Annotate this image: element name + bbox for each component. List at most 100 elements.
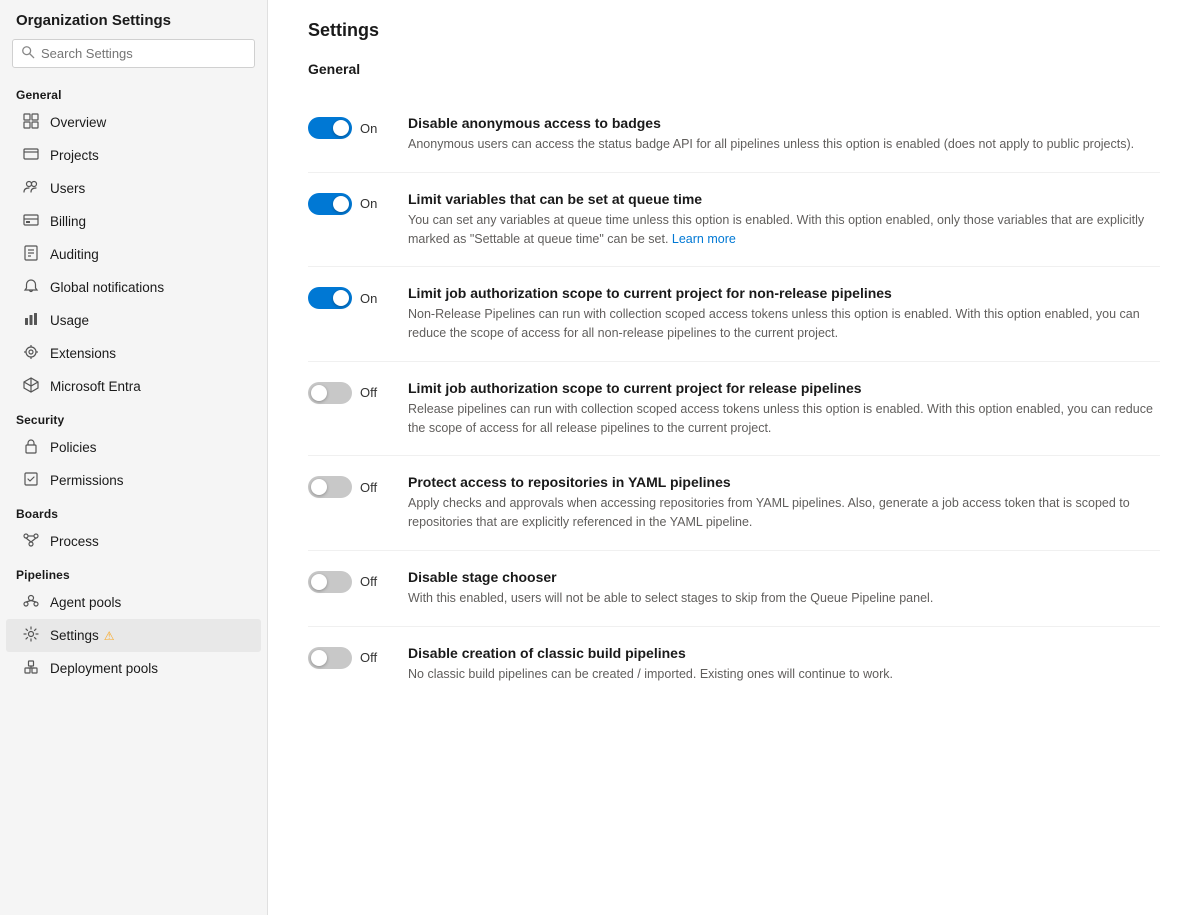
setting-title: Protect access to repositories in YAML p… <box>408 474 1160 490</box>
sidebar-item-global-notifications[interactable]: Global notifications <box>6 271 261 304</box>
search-icon <box>21 45 35 62</box>
sidebar-item-label: Projects <box>50 148 99 163</box>
sidebar-item-billing[interactable]: Billing <box>6 205 261 238</box>
sidebar-item-label: Extensions <box>50 346 116 361</box>
bell-icon <box>22 278 40 297</box>
sidebar-item-deployment-pools[interactable]: Deployment pools <box>6 652 261 685</box>
sidebar-item-label: Microsoft Entra <box>50 379 141 394</box>
setting-description: No classic build pipelines can be create… <box>408 665 1160 684</box>
toggle-label: Off <box>360 650 377 665</box>
toggle-knob <box>333 196 349 212</box>
toggle-switch-disable-stage-chooser[interactable] <box>308 571 352 593</box>
users-icon <box>22 179 40 198</box>
sidebar-item-policies[interactable]: Policies <box>6 431 261 464</box>
sidebar-item-overview[interactable]: Overview <box>6 106 261 139</box>
toggle-knob <box>333 120 349 136</box>
sidebar-item-label: Settings <box>50 628 99 643</box>
sidebar-item-projects[interactable]: Projects <box>6 139 261 172</box>
sidebar-section-boards: Boards <box>0 497 267 525</box>
toggle-knob <box>311 650 327 666</box>
setting-row: On Disable anonymous access to badges An… <box>308 97 1160 173</box>
setting-content: Disable creation of classic build pipeli… <box>408 645 1160 684</box>
sidebar: Organization Settings General Overview P… <box>0 0 268 915</box>
sidebar-item-label: Agent pools <box>50 595 121 610</box>
warning-icon: ⚠ <box>104 629 115 643</box>
setting-row: Off Disable creation of classic build pi… <box>308 627 1160 702</box>
sidebar-title: Organization Settings <box>0 0 267 39</box>
setting-title: Limit variables that can be set at queue… <box>408 191 1160 207</box>
sidebar-item-extensions[interactable]: Extensions <box>6 337 261 370</box>
sidebar-item-agent-pools[interactable]: Agent pools <box>6 586 261 619</box>
setting-content: Disable anonymous access to badges Anony… <box>408 115 1160 154</box>
sidebar-search-container[interactable] <box>12 39 255 68</box>
setting-content: Disable stage chooser With this enabled,… <box>408 569 1160 608</box>
toggle-knob <box>333 290 349 306</box>
toggle-knob <box>311 385 327 401</box>
sidebar-item-label: Deployment pools <box>50 661 158 676</box>
sidebar-item-process[interactable]: Process <box>6 525 261 558</box>
process-icon <box>22 532 40 551</box>
sidebar-item-permissions[interactable]: Permissions <box>6 464 261 497</box>
setting-description: Release pipelines can run with collectio… <box>408 400 1160 438</box>
sidebar-item-settings[interactable]: Settings ⚠ <box>6 619 261 652</box>
settings-container: On Disable anonymous access to badges An… <box>308 97 1160 701</box>
section-label: General <box>308 61 1160 77</box>
toggle-label: On <box>360 291 377 306</box>
sidebar-item-label: Permissions <box>50 473 124 488</box>
setting-description: You can set any variables at queue time … <box>408 211 1160 249</box>
sidebar-item-users[interactable]: Users <box>6 172 261 205</box>
setting-title: Limit job authorization scope to current… <box>408 285 1160 301</box>
settings-label-wrapper: Settings ⚠ <box>50 628 115 643</box>
toggle-switch-limit-job-auth-release[interactable] <box>308 382 352 404</box>
setting-title: Disable stage chooser <box>408 569 1160 585</box>
sidebar-item-label: Billing <box>50 214 86 229</box>
extensions-icon <box>22 344 40 363</box>
sidebar-section-general: General <box>0 78 267 106</box>
setting-content: Protect access to repositories in YAML p… <box>408 474 1160 532</box>
toggle-label: Off <box>360 574 377 589</box>
toggle-switch-limit-variables-queue-time[interactable] <box>308 193 352 215</box>
auditing-icon <box>22 245 40 264</box>
sidebar-item-label: Overview <box>50 115 106 130</box>
toggle-area: Off <box>308 474 388 498</box>
sidebar-section-pipelines: Pipelines <box>0 558 267 586</box>
toggle-switch-protect-yaml-repos[interactable] <box>308 476 352 498</box>
setting-title: Limit job authorization scope to current… <box>408 380 1160 396</box>
page-title: Settings <box>308 20 1160 41</box>
agentpools-icon <box>22 593 40 612</box>
billing-icon <box>22 212 40 231</box>
sidebar-section-security: Security <box>0 403 267 431</box>
projects-icon <box>22 146 40 165</box>
permissions-icon <box>22 471 40 490</box>
setting-description: With this enabled, users will not be abl… <box>408 589 1160 608</box>
setting-title: Disable creation of classic build pipeli… <box>408 645 1160 661</box>
learn-more-link[interactable]: Learn more <box>672 232 736 246</box>
overview-icon <box>22 113 40 132</box>
setting-row: On Limit job authorization scope to curr… <box>308 267 1160 362</box>
sidebar-item-usage[interactable]: Usage <box>6 304 261 337</box>
deployment-icon <box>22 659 40 678</box>
toggle-area: Off <box>308 569 388 593</box>
toggle-switch-disable-anonymous-badges[interactable] <box>308 117 352 139</box>
toggle-label: On <box>360 121 377 136</box>
sidebar-item-auditing[interactable]: Auditing <box>6 238 261 271</box>
sidebar-item-label: Users <box>50 181 85 196</box>
usage-icon <box>22 311 40 330</box>
toggle-label: On <box>360 196 377 211</box>
toggle-area: On <box>308 115 388 139</box>
toggle-label: Off <box>360 385 377 400</box>
toggle-switch-disable-classic-pipelines[interactable] <box>308 647 352 669</box>
toggle-area: On <box>308 285 388 309</box>
search-input[interactable] <box>41 46 246 61</box>
sidebar-item-microsoft-entra[interactable]: Microsoft Entra <box>6 370 261 403</box>
toggle-switch-limit-job-auth-nonrelease[interactable] <box>308 287 352 309</box>
setting-row: Off Limit job authorization scope to cur… <box>308 362 1160 457</box>
toggle-label: Off <box>360 480 377 495</box>
toggle-area: On <box>308 191 388 215</box>
toggle-knob <box>311 479 327 495</box>
sidebar-item-label: Policies <box>50 440 97 455</box>
sidebar-item-label: Global notifications <box>50 280 164 295</box>
toggle-area: Off <box>308 380 388 404</box>
sidebar-item-label: Auditing <box>50 247 99 262</box>
setting-description: Anonymous users can access the status ba… <box>408 135 1160 154</box>
